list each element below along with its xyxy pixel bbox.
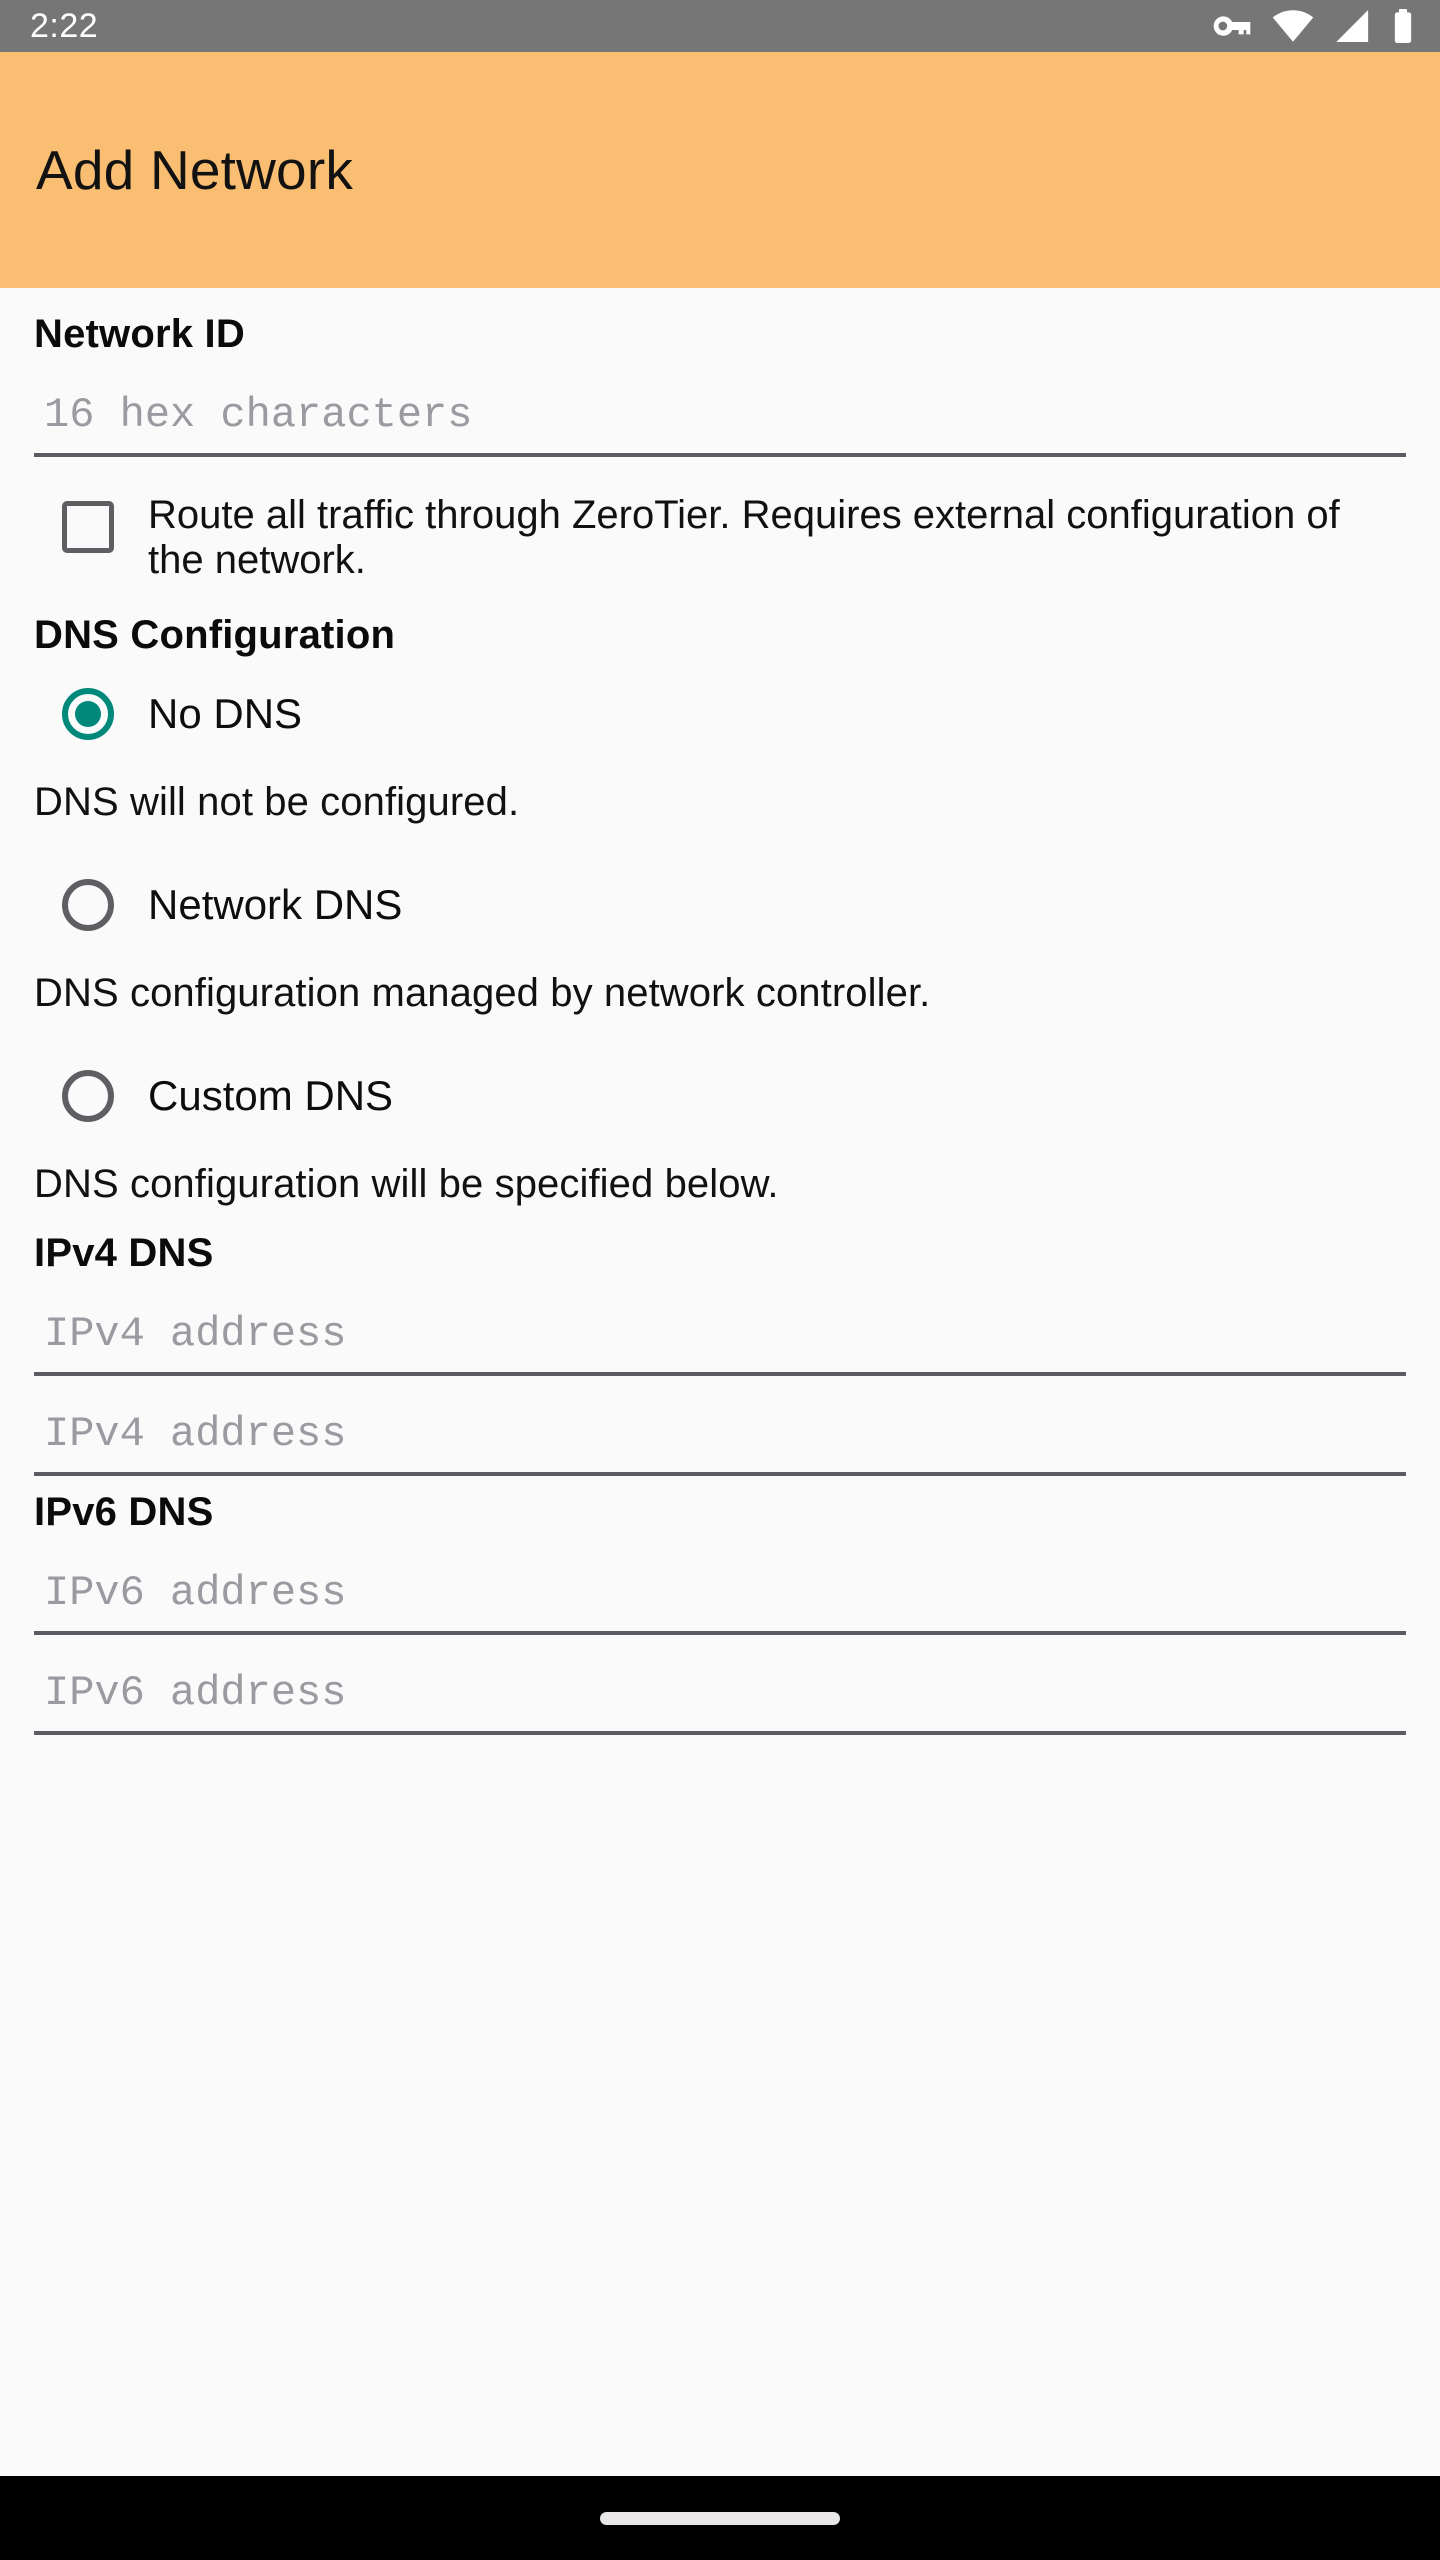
phone-screen: 2:22 Add Network Network ID 16 hex chara…	[0, 0, 1440, 2560]
home-gesture-pill[interactable]	[600, 2511, 840, 2525]
ipv4-dns-input-1[interactable]	[34, 1309, 1406, 1376]
ipv4-dns-field-2[interactable]	[34, 1376, 1406, 1476]
route-all-traffic-checkbox[interactable]	[62, 501, 114, 553]
dns-helper-no-dns: DNS will not be configured.	[34, 779, 520, 824]
app-bar: Add Network	[0, 52, 1440, 288]
route-all-traffic-label: Route all traffic through ZeroTier. Requ…	[148, 493, 1340, 582]
ipv4-dns-input-2[interactable]	[34, 1409, 1406, 1476]
route-all-traffic-row[interactable]: Route all traffic through ZeroTier. Requ…	[34, 493, 1406, 583]
status-bar: 2:22	[0, 0, 1440, 52]
system-navigation-bar	[0, 2476, 1440, 2560]
page-title: Add Network	[36, 139, 354, 201]
dns-helper-custom-dns: DNS configuration will be specified belo…	[34, 1161, 779, 1206]
network-id-field[interactable]	[34, 357, 1406, 457]
radio-custom-dns-label: Custom DNS	[148, 1071, 394, 1119]
dns-configuration-label: DNS Configuration	[34, 612, 396, 657]
dns-option-custom-dns[interactable]: Custom DNS	[62, 1069, 1406, 1122]
ipv4-dns-label: IPv4 DNS	[34, 1230, 214, 1275]
dns-option-network-dns[interactable]: Network DNS	[62, 878, 1406, 931]
ipv6-dns-input-2[interactable]	[34, 1668, 1406, 1735]
ipv4-dns-field-1[interactable]	[34, 1276, 1406, 1376]
network-id-label: Network ID	[34, 312, 245, 356]
wifi-icon	[1272, 10, 1314, 42]
status-bar-icons	[1212, 9, 1414, 43]
dns-helper-network-dns: DNS configuration managed by network con…	[34, 970, 931, 1015]
dns-option-no-dns[interactable]: No DNS	[62, 687, 1406, 740]
radio-network-dns[interactable]	[62, 878, 114, 931]
form-content[interactable]: Network ID Route all traffic through Zer…	[0, 288, 1440, 2476]
status-bar-clock: 2:22	[30, 7, 99, 45]
radio-network-dns-label: Network DNS	[148, 880, 403, 928]
ipv6-dns-field-2[interactable]	[34, 1635, 1406, 1735]
ipv6-dns-field-1[interactable]	[34, 1535, 1406, 1635]
radio-no-dns[interactable]	[62, 687, 114, 740]
ipv6-dns-label: IPv6 DNS	[34, 1489, 214, 1534]
radio-no-dns-label: No DNS	[148, 689, 303, 737]
battery-icon	[1392, 9, 1414, 43]
radio-custom-dns[interactable]	[62, 1069, 114, 1122]
ipv6-dns-input-1[interactable]	[34, 1568, 1406, 1635]
cell-signal-icon	[1334, 10, 1372, 42]
vpn-key-icon	[1212, 11, 1252, 41]
network-id-input[interactable]	[34, 391, 1406, 457]
